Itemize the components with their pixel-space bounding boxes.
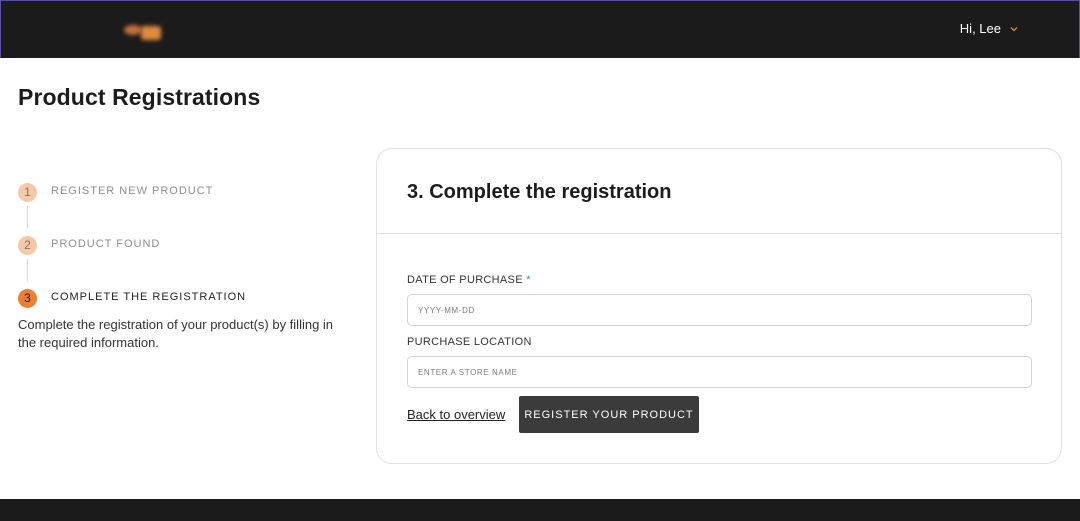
step-label: COMPLETE THE REGISTRATION <box>51 291 247 303</box>
chevron-down-icon <box>1010 26 1018 31</box>
page-title: Product Registrations <box>18 84 261 110</box>
step-number: 2 <box>18 236 37 255</box>
purchase-location-input[interactable] <box>407 356 1032 388</box>
registration-form-card: 3. Complete the registration DATE OF PUR… <box>376 148 1062 464</box>
form-title: 3. Complete the registration <box>407 181 672 203</box>
step-connector <box>27 259 28 281</box>
logo-mark-right <box>141 26 161 40</box>
date-of-purchase-label: DATE OF PURCHASE * <box>407 274 531 286</box>
step-number: 3 <box>18 289 37 308</box>
step-description: Complete the registration of your produc… <box>18 317 334 350</box>
user-menu[interactable]: Hi, Lee <box>960 21 1019 36</box>
step-register-new-product[interactable]: 1 REGISTER NEW PRODUCT <box>18 180 348 233</box>
footer-bar <box>0 499 1080 521</box>
top-navigation-bar: Hi, Lee <box>0 0 1080 58</box>
register-product-button[interactable]: REGISTER YOUR PRODUCT <box>519 396 699 433</box>
required-asterisk: * <box>526 274 531 286</box>
back-to-overview-link[interactable]: Back to overview <box>407 407 505 422</box>
step-label: REGISTER NEW PRODUCT <box>51 185 214 197</box>
registration-stepper: 1 REGISTER NEW PRODUCT 2 PRODUCT FOUND 3… <box>18 180 348 350</box>
step-number: 1 <box>18 183 37 202</box>
date-label-text: DATE OF PURCHASE <box>407 274 523 286</box>
purchase-location-label: PURCHASE LOCATION <box>407 336 532 348</box>
user-greeting: Hi, Lee <box>959 21 1001 36</box>
step-connector <box>27 206 28 228</box>
logo-mark-left <box>124 25 142 35</box>
card-divider <box>377 233 1061 234</box>
date-of-purchase-input[interactable] <box>407 294 1032 326</box>
step-label: PRODUCT FOUND <box>51 238 161 250</box>
brand-logo[interactable] <box>121 23 163 43</box>
step-product-found[interactable]: 2 PRODUCT FOUND <box>18 233 348 286</box>
